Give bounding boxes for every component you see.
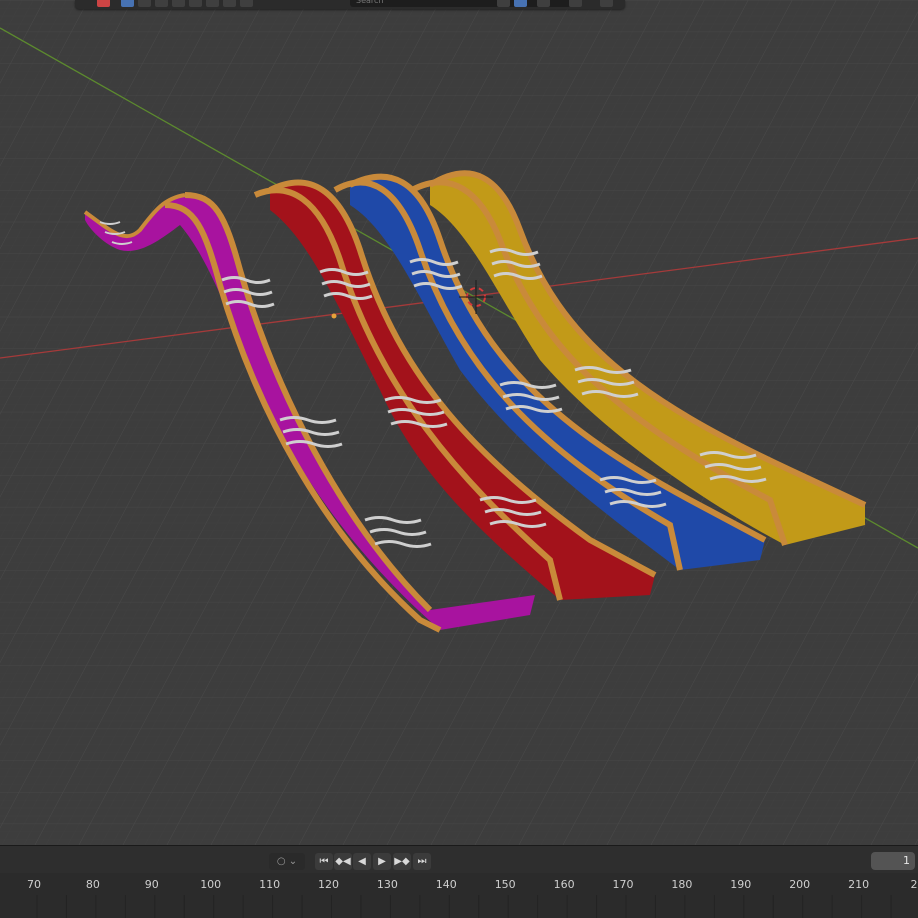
ruler-label: 150 bbox=[494, 878, 516, 891]
timeline-header: ○ ⌄ ⏮ ◆◀ ◀ ▶ ▶◆ ⏭ 1 bbox=[0, 845, 918, 874]
current-frame-field[interactable]: 1 bbox=[871, 852, 915, 870]
play-reverse-button[interactable]: ◀ bbox=[353, 853, 371, 870]
editor-type-icon[interactable] bbox=[97, 0, 110, 7]
ruler-label: 130 bbox=[376, 878, 398, 891]
play-options-icon[interactable] bbox=[569, 0, 582, 7]
next-keyframe-icon: ▶◆ bbox=[394, 856, 410, 867]
ruler-ticks bbox=[36, 895, 892, 918]
viewport-header: Search bbox=[75, 0, 625, 9]
ruler-label: 210 bbox=[848, 878, 870, 891]
filter-icon[interactable] bbox=[497, 0, 510, 7]
auto-keying-toggle[interactable]: ○ ⌄ bbox=[269, 853, 305, 870]
ruler-label: 200 bbox=[789, 878, 811, 891]
ruler-label: 22 bbox=[910, 878, 918, 891]
viewport-canvas[interactable] bbox=[0, 0, 918, 845]
ruler-label: 160 bbox=[553, 878, 575, 891]
timeline-ruler[interactable]: 70 80 90 100 110 120 130 140 150 160 170 180 190 200 2… bbox=[0, 873, 918, 918]
gizmo-icon[interactable] bbox=[240, 0, 253, 7]
overlay-icon[interactable] bbox=[206, 0, 219, 7]
jump-end-button[interactable]: ⏭ bbox=[413, 853, 431, 870]
shading-solid-icon[interactable] bbox=[155, 0, 168, 7]
ruler-label: 180 bbox=[671, 878, 693, 891]
ruler-label: 170 bbox=[612, 878, 634, 891]
ruler-label: 110 bbox=[259, 878, 281, 891]
next-keyframe-button[interactable]: ▶◆ bbox=[393, 853, 411, 870]
3d-viewport[interactable]: Search bbox=[0, 0, 918, 845]
play-button[interactable]: ▶ bbox=[373, 853, 391, 870]
ruler-label: 100 bbox=[200, 878, 222, 891]
play-reverse-icon: ◀ bbox=[358, 856, 366, 867]
jump-start-button[interactable]: ⏮ bbox=[315, 853, 333, 870]
ruler-label: 140 bbox=[435, 878, 457, 891]
shading-rendered-icon[interactable] bbox=[189, 0, 202, 7]
play-icon: ▶ bbox=[378, 856, 386, 867]
pin-icon[interactable] bbox=[514, 0, 527, 7]
circle-icon: ○ ⌄ bbox=[276, 856, 298, 867]
jump-start-icon: ⏮ bbox=[319, 856, 329, 867]
prev-keyframe-button[interactable]: ◆◀ bbox=[334, 853, 352, 870]
ruler-label: 120 bbox=[318, 878, 339, 891]
jump-end-icon: ⏭ bbox=[417, 856, 427, 867]
prev-keyframe-icon: ◆◀ bbox=[335, 856, 351, 867]
shading-material-icon[interactable] bbox=[172, 0, 185, 7]
chevron-down-icon[interactable] bbox=[600, 0, 613, 7]
ruler-label: 90 bbox=[144, 878, 159, 891]
select-box-icon[interactable] bbox=[121, 0, 134, 7]
view-options-icon[interactable] bbox=[537, 0, 550, 7]
ruler-label: 80 bbox=[85, 878, 100, 891]
ruler-label: 70 bbox=[27, 878, 41, 891]
object-origin bbox=[331, 313, 337, 319]
ruler-label: 190 bbox=[730, 878, 752, 891]
shading-wireframe-icon[interactable] bbox=[138, 0, 151, 7]
xray-icon[interactable] bbox=[223, 0, 236, 7]
